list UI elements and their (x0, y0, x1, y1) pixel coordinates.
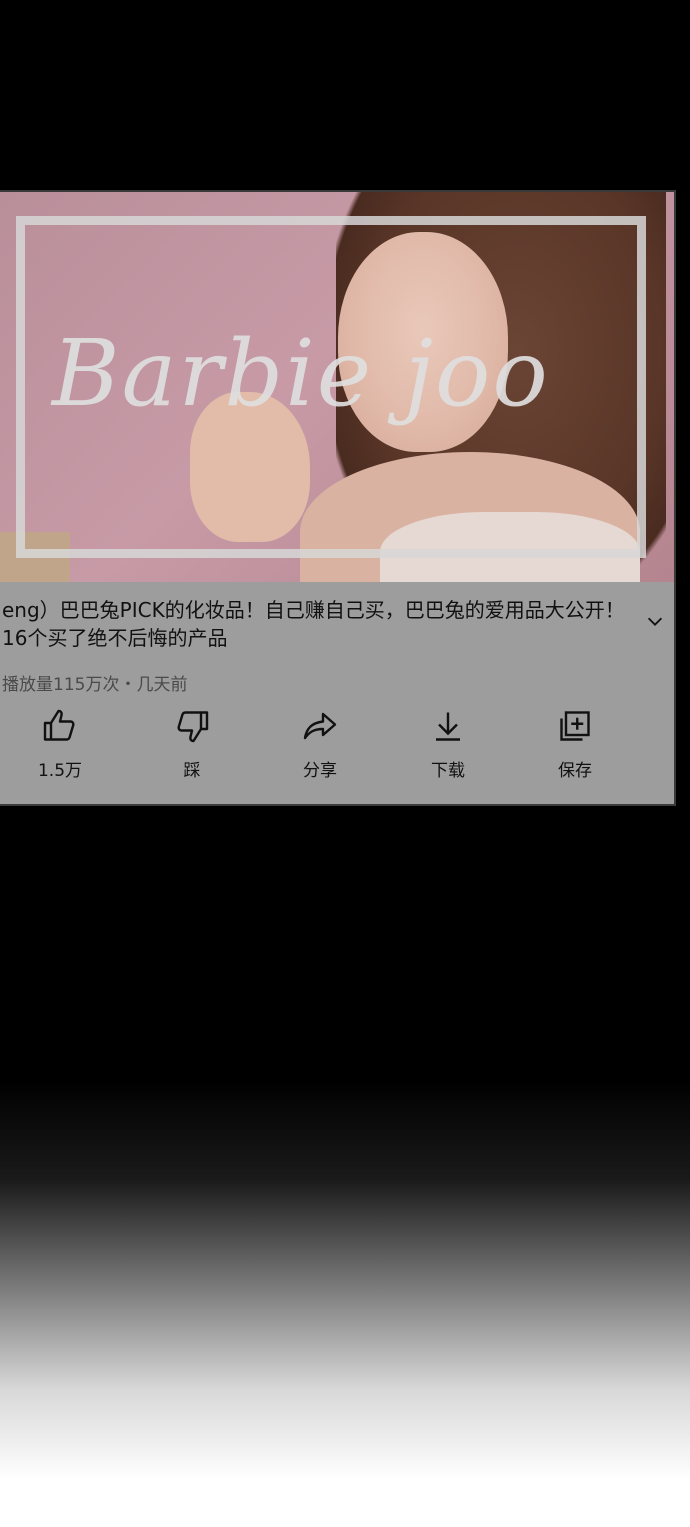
save-to-playlist-icon (560, 711, 590, 741)
dislike-label: 踩 (183, 761, 201, 781)
thumbs-down-icon (177, 711, 209, 743)
thumbnail-watermark: Barbie joo (52, 320, 550, 427)
video-card: Barbie joo eng）巴巴兔PICK的化妆品！自己赚自己买，巴巴兔的爱用… (0, 190, 676, 806)
save-button[interactable]: 保存 (535, 708, 615, 781)
title-row[interactable]: eng）巴巴兔PICK的化妆品！自己赚自己买，巴巴兔的爱用品大公开！16个买了绝… (0, 596, 674, 652)
dislike-button[interactable]: 踩 (152, 708, 232, 781)
download-icon (436, 712, 460, 741)
like-count: 1.5万 (37, 761, 83, 781)
video-thumbnail[interactable]: Barbie joo (0, 192, 674, 582)
thumbs-up-icon (43, 709, 75, 741)
action-bar: 1.5万 踩 分享 下载 保存 (0, 708, 674, 788)
chevron-down-icon[interactable] (644, 610, 666, 632)
download-button[interactable]: 下载 (408, 708, 488, 781)
share-label: 分享 (303, 761, 337, 781)
share-icon (303, 712, 337, 740)
video-title: eng）巴巴兔PICK的化妆品！自己赚自己买，巴巴兔的爱用品大公开！16个买了绝… (2, 598, 625, 650)
share-button[interactable]: 分享 (280, 708, 360, 781)
video-meta: 播放量115万次・几天前 (2, 675, 188, 695)
like-button[interactable]: 1.5万 (20, 708, 100, 781)
save-label: 保存 (558, 761, 592, 781)
download-label: 下载 (431, 761, 465, 781)
